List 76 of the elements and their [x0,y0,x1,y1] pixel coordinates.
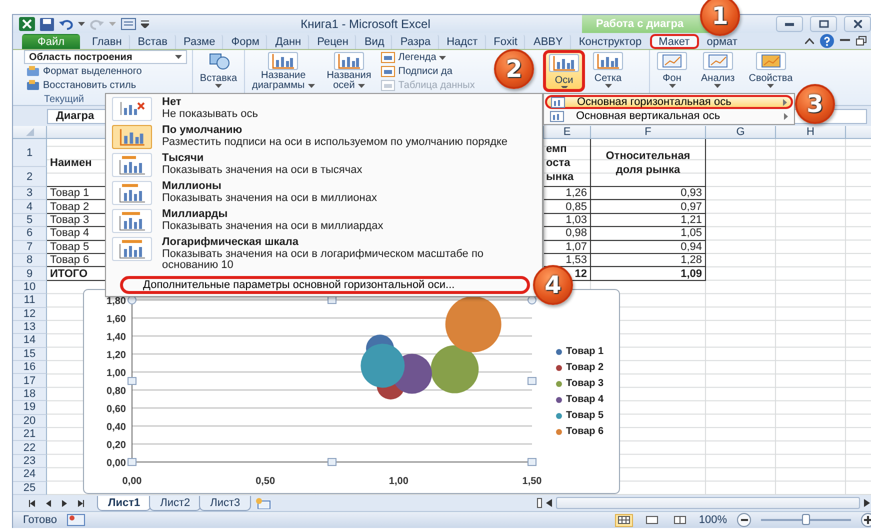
row-number: 18 [13,388,47,402]
option-description: Показывать значения на оси в миллиардах [162,220,384,232]
option-description: Показывать значения на оси в тысячах [162,164,364,176]
row-number: 15 [13,348,47,362]
group-label: Текущий [43,94,84,105]
legend-label: Товар 5 [566,410,604,421]
row-number: 21 [13,428,47,442]
option-description: Разместить подписи на оси в используемом по умолчанию порядке [162,136,509,148]
row-number: 3 [13,187,47,200]
option-title: Логарифмическая шкала [162,237,300,248]
row-number: 12 [13,308,47,321]
row-number: 17 [13,374,47,388]
option-title: Миллионы [162,181,222,192]
axis-tick-label: 0,80 [106,386,126,397]
table-cell: 1,03 [544,214,591,228]
axis-tick-label: 0,00 [106,458,126,469]
table-cell: 1,21 [591,214,706,228]
row-number: 20 [13,414,47,428]
option-title: По умолчанию [162,125,244,136]
axis-tick-label: 0,60 [106,404,126,415]
axis-tick-label: 0,20 [106,440,126,451]
table-cell: 1,28 [591,254,706,268]
row-number: 25 [13,482,47,495]
axis-tick-label: 1,20 [106,350,126,361]
option-title: Тысячи [162,153,205,164]
axis-tick-label: 1,60 [106,314,126,325]
row-number: 4 [13,200,47,214]
option-description: Не показывать ось [162,108,259,120]
axis-tick-label: 1,00 [388,476,408,487]
legend-label: Товар 4 [566,394,604,405]
window-title: Книга1 - Microsoft Excel [300,17,432,31]
row-number: 24 [13,468,47,482]
option-title: Нет [162,97,182,108]
option-description: Показывать значения на оси в логарифмическом масштабе по основанию 10 [162,248,485,272]
axis-tick-label: 0,50 [256,476,276,487]
row-number: 5 [13,214,47,228]
legend-label: Товар 3 [566,378,604,389]
row-number: 8 [13,254,47,268]
axis-tick-label: 0,00 [122,476,142,487]
table-cell: Относительная доля рынка [591,139,706,187]
axis-tick-label: 1,50 [522,476,542,487]
axis-tick-label: 1,80 [106,296,126,307]
table-cell: 1,05 [591,227,706,241]
axis-tick-label: 0,40 [106,422,126,433]
legend-label: Товар 1 [566,346,604,357]
table-cell: 0,85 [544,200,591,214]
option-description: Показывать значения на оси в миллионах [162,192,378,204]
legend-label: Товар 2 [566,362,604,373]
row-number: 9 [13,267,47,281]
table-cell: емп оста ынка [544,139,591,187]
row-number: 13 [13,320,47,334]
table-cell: 1,09 [591,267,706,281]
step-badge: 1 [700,0,740,36]
table-cell: 0,98 [544,227,591,241]
axis-tick-label: 1,00 [106,368,126,379]
row-number: 23 [13,454,47,468]
row-number: 7 [13,240,47,254]
row-number: 11 [13,294,47,308]
table-cell: 1,07 [544,240,591,254]
row-number: 19 [13,401,47,415]
legend-label: Товар 6 [566,426,604,437]
zoom-level: 100% [698,514,727,526]
row-number: 1 [13,139,47,167]
status-text: Готово [23,514,57,526]
row-number: 16 [13,361,47,374]
row-number: 22 [13,441,47,455]
row-number: 14 [13,334,47,348]
table-cell: 0,93 [591,187,706,200]
table-cell: 0,94 [591,240,706,254]
row-number: 6 [13,227,47,241]
table-cell: 1,26 [544,187,591,200]
option-title: Миллиарды [162,209,229,220]
row-number: 10 [13,280,47,294]
axis-tick-label: 1,40 [106,332,126,343]
table-cell: 0,97 [591,200,706,214]
row-number: 2 [13,167,47,187]
